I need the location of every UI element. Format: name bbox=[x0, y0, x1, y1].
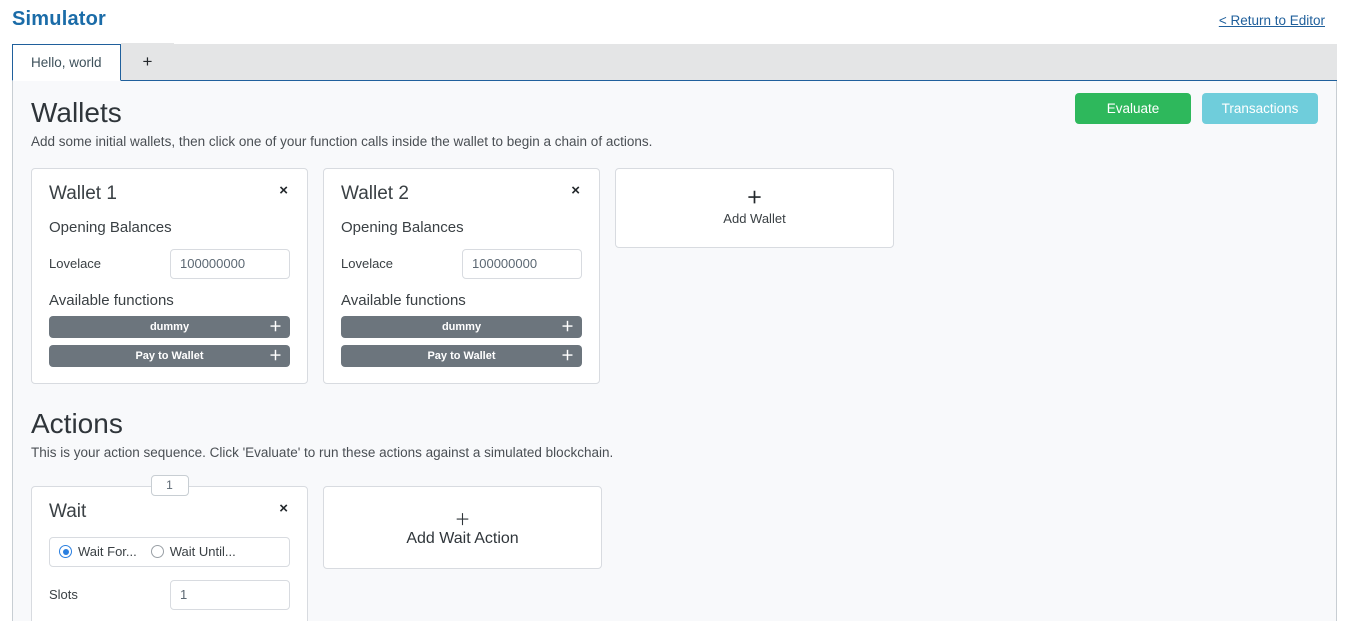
add-wait-action-button[interactable]: ＋ Add Wait Action bbox=[323, 485, 602, 569]
actions-header: Actions This is your action sequence. Cl… bbox=[31, 406, 1318, 460]
app-header: Simulator < Return to Editor bbox=[0, 0, 1349, 44]
header-actions: Evaluate Transactions bbox=[1075, 93, 1318, 124]
radio-wait-until[interactable]: Wait Until... bbox=[150, 544, 236, 560]
wallets-description: Add some initial wallets, then click one… bbox=[31, 134, 653, 149]
function-label: Pay to Wallet bbox=[427, 349, 496, 362]
app-title: Simulator bbox=[12, 8, 107, 30]
plus-icon: ＋ bbox=[560, 318, 574, 334]
available-functions-heading: Available functions bbox=[341, 291, 466, 309]
wallet-card-header: Wallet 2 × bbox=[341, 182, 582, 206]
wallets-list: Wallet 1 × Opening Balances Lovelace Ava… bbox=[31, 168, 1318, 384]
wallet-name: Wallet 2 bbox=[341, 183, 409, 204]
function-label: dummy bbox=[149, 320, 190, 333]
radio-wait-for[interactable]: Wait For... bbox=[59, 544, 137, 559]
wallet-card: Wallet 2 × Opening Balances Lovelace Ava… bbox=[323, 168, 600, 384]
balance-field-row: Lovelace bbox=[341, 248, 582, 279]
add-wait-action-label: Add Wait Action bbox=[406, 530, 519, 548]
tab-hello-world[interactable]: Hello, world bbox=[12, 44, 121, 81]
action-name: Wait bbox=[49, 500, 87, 522]
opening-balances-heading: Opening Balances bbox=[341, 218, 464, 236]
function-button-pay-to-wallet[interactable]: Pay to Wallet ＋ bbox=[341, 344, 582, 367]
plus-icon: ＋ bbox=[268, 347, 282, 363]
function-button-dummy[interactable]: dummy ＋ bbox=[49, 315, 290, 338]
transactions-button[interactable]: Transactions bbox=[1202, 93, 1318, 124]
radio-selected-icon[interactable] bbox=[59, 545, 72, 559]
wallets-header: Wallets Add some initial wallets, then c… bbox=[31, 81, 1318, 149]
lovelace-input[interactable] bbox=[462, 248, 582, 279]
radio-unselected-icon[interactable] bbox=[150, 545, 164, 559]
wallet-card: Wallet 1 × Opening Balances Lovelace Ava… bbox=[31, 168, 308, 384]
wait-action-card: 1 Wait × Wait For... Wait Until... Slots bbox=[31, 474, 308, 621]
lovelace-input[interactable] bbox=[170, 248, 290, 279]
add-tab-button[interactable]: + bbox=[120, 43, 175, 80]
action-card-header: Wait × bbox=[49, 500, 290, 524]
plus-icon: ＋ bbox=[746, 189, 763, 207]
return-to-editor-link[interactable]: < Return to Editor bbox=[1219, 13, 1325, 28]
add-wallet-label: Add Wallet bbox=[723, 210, 786, 226]
content-panel: Wallets Add some initial wallets, then c… bbox=[12, 81, 1337, 621]
radio-label: Wait For... bbox=[78, 544, 137, 560]
close-icon[interactable]: × bbox=[277, 500, 290, 518]
function-label: dummy bbox=[441, 320, 482, 333]
plus-icon: + bbox=[142, 51, 153, 71]
step-number-badge: 1 bbox=[150, 474, 189, 496]
close-icon[interactable]: × bbox=[277, 182, 290, 200]
wait-mode-radio-group: Wait For... Wait Until... bbox=[49, 536, 290, 567]
actions-description: This is your action sequence. Click 'Eva… bbox=[31, 444, 614, 460]
close-icon[interactable]: × bbox=[569, 182, 582, 200]
function-button-dummy[interactable]: dummy ＋ bbox=[341, 315, 582, 338]
plus-icon: ＋ bbox=[268, 318, 282, 334]
actions-title: Actions bbox=[31, 407, 123, 439]
add-wallet-button[interactable]: ＋ Add Wallet bbox=[615, 168, 894, 248]
wallet-card-header: Wallet 1 × bbox=[49, 182, 290, 206]
plus-icon: ＋ bbox=[560, 347, 574, 363]
balance-field-row: Lovelace bbox=[49, 248, 290, 279]
balance-label: Lovelace bbox=[341, 256, 394, 272]
evaluate-button[interactable]: Evaluate bbox=[1075, 93, 1191, 124]
function-label: Pay to Wallet bbox=[135, 349, 204, 362]
balance-label: Lovelace bbox=[49, 256, 102, 272]
tab-bar: Hello, world + bbox=[12, 43, 1337, 81]
slots-input[interactable] bbox=[170, 579, 290, 610]
slots-label: Slots bbox=[49, 587, 78, 603]
radio-label: Wait Until... bbox=[169, 544, 236, 560]
wallet-name: Wallet 1 bbox=[49, 183, 117, 204]
actions-list: 1 Wait × Wait For... Wait Until... Slots bbox=[31, 474, 1318, 621]
available-functions-heading: Available functions bbox=[49, 291, 174, 309]
function-button-pay-to-wallet[interactable]: Pay to Wallet ＋ bbox=[49, 344, 290, 367]
plus-icon: ＋ bbox=[454, 512, 471, 530]
tab-label: Hello, world bbox=[31, 55, 102, 70]
slots-field-row: Slots bbox=[49, 579, 290, 610]
opening-balances-heading: Opening Balances bbox=[49, 218, 172, 236]
